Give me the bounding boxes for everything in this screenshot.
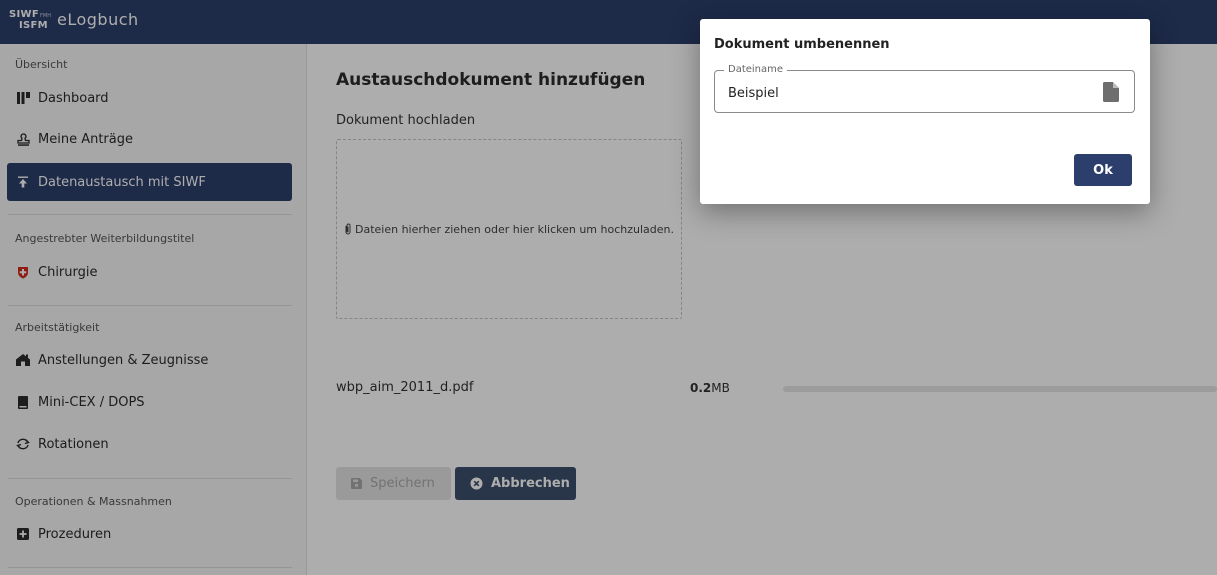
dialog-title: Dokument umbenennen — [714, 37, 890, 52]
filename-input[interactable] — [728, 83, 1088, 103]
ok-button[interactable]: Ok — [1074, 154, 1132, 186]
rename-document-dialog: Dokument umbenennen Dateiname Ok — [700, 19, 1150, 204]
filename-field: Dateiname — [714, 64, 1135, 113]
filename-field-label: Dateiname — [724, 64, 788, 76]
file-icon — [1103, 82, 1119, 102]
